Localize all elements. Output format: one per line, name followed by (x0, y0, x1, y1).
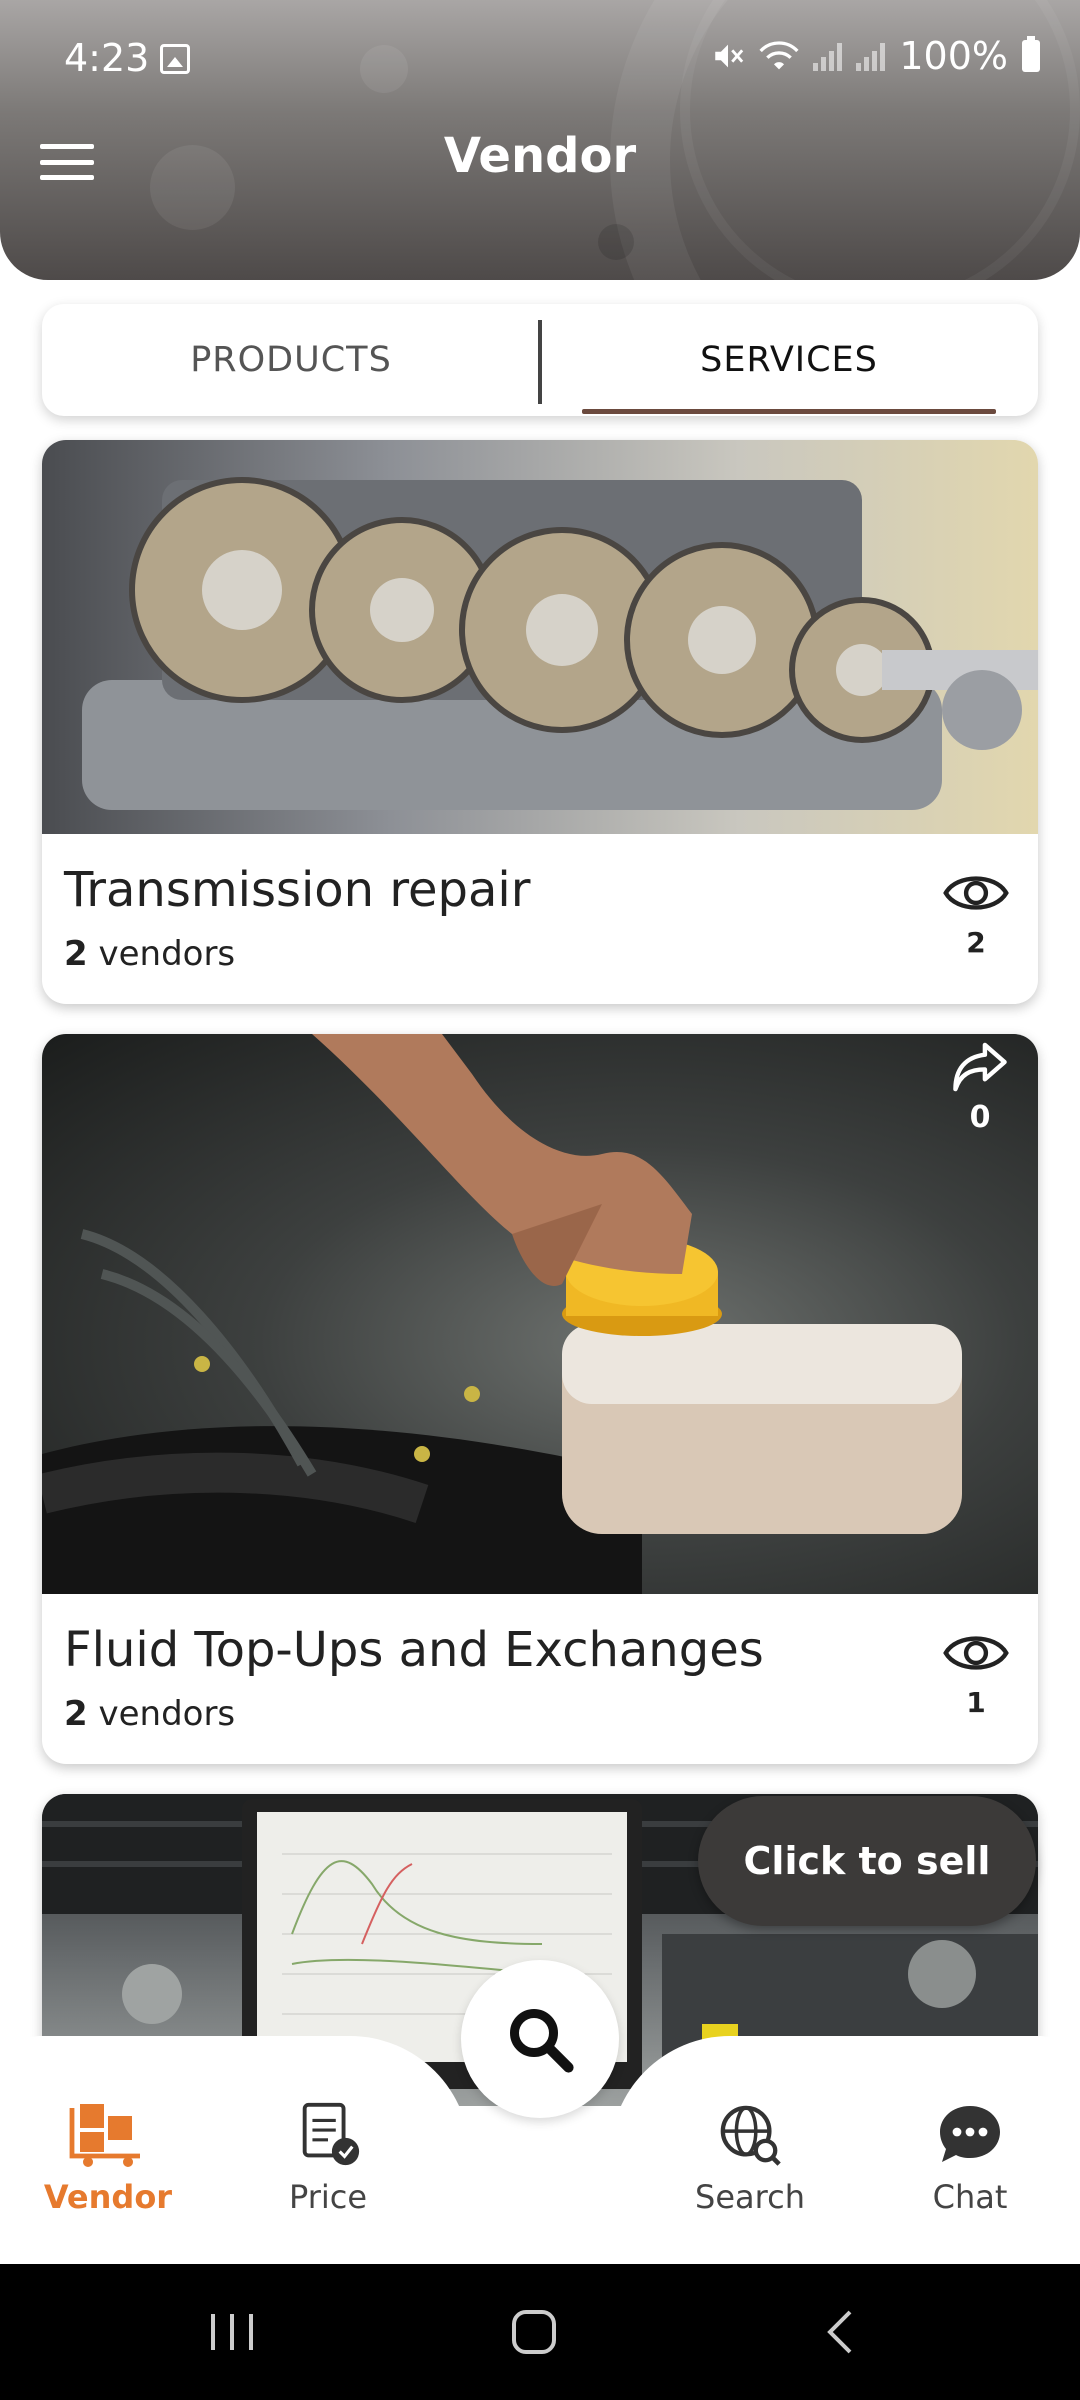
nav-bar-notch (430, 2106, 650, 2264)
chat-bubble-icon (940, 2106, 1000, 2162)
fluid-topup-image (42, 1034, 1038, 1594)
system-navigation-bar (0, 2264, 1080, 2400)
vendor-boxes-icon (69, 2104, 140, 2167)
vendor-count-number: 2 (64, 934, 88, 974)
nav-vendor[interactable]: Vendor (28, 2096, 188, 2216)
signal-icon (856, 41, 886, 71)
magnifier-icon (510, 2009, 574, 2073)
nav-price[interactable]: Price (248, 2096, 408, 2216)
vendor-count: 2 vendors (64, 1694, 235, 1734)
eye-icon (943, 1636, 1009, 1670)
view-counter: 2 (936, 870, 1016, 959)
click-to-sell-button[interactable]: Click to sell (698, 1796, 1036, 1926)
page-title: Vendor (443, 128, 637, 184)
nav-search[interactable]: Search (670, 2096, 830, 2216)
battery-icon (1022, 36, 1040, 72)
eye-icon (943, 876, 1009, 910)
mute-icon (715, 44, 744, 68)
search-fab-button[interactable] (461, 1960, 619, 2118)
signal-icon (813, 41, 843, 71)
category-tabs: PRODUCTS SERVICES (42, 304, 1038, 416)
tab-services[interactable]: SERVICES (540, 304, 1038, 416)
home-icon (512, 2310, 556, 2354)
status-time: 4:23 (64, 36, 150, 80)
home-button[interactable] (474, 2264, 594, 2400)
vendor-count: 2 vendors (64, 934, 235, 974)
nav-vendor-label: Vendor (43, 2178, 173, 2216)
back-icon (827, 2310, 852, 2354)
fluid-illustration (42, 1034, 962, 1594)
nav-search-label: Search (695, 2178, 805, 2216)
share-count: 0 (969, 1100, 991, 1135)
card-title: Fluid Top-Ups and Exchanges (64, 1622, 764, 1678)
vendor-count-label: vendors (98, 934, 236, 974)
view-count: 2 (966, 926, 986, 959)
price-document-icon (302, 2102, 360, 2166)
globe-search-icon (720, 2105, 781, 2166)
service-card-transmission[interactable]: Transmission repair 2 vendors 2 (42, 440, 1038, 1004)
view-counter: 1 (936, 1630, 1016, 1719)
share-icon (953, 1042, 1007, 1092)
vendor-count-number: 2 (64, 1694, 88, 1734)
nav-chat[interactable]: Chat (890, 2096, 1050, 2216)
card-title: Transmission repair (64, 862, 531, 918)
service-card-fluid[interactable]: 0 Fluid Top-Ups and Exchanges 2 vendors … (42, 1034, 1038, 1764)
back-button[interactable] (780, 2264, 900, 2400)
battery-percent: 100% (899, 34, 1008, 78)
nav-price-label: Price (288, 2178, 368, 2216)
tab-products[interactable]: PRODUCTS (42, 304, 540, 416)
recent-apps-button[interactable] (172, 2264, 292, 2400)
gallery-notification-icon (160, 44, 190, 74)
view-count: 1 (966, 1686, 986, 1719)
share-counter[interactable]: 0 (940, 1040, 1020, 1135)
transmission-image (42, 440, 1038, 834)
vendor-count-label: vendors (98, 1694, 236, 1734)
active-tab-indicator (582, 409, 996, 414)
recent-apps-icon (211, 2314, 253, 2350)
wifi-icon (759, 41, 799, 70)
app-header: 4:23 100% Vendor (0, 0, 1080, 280)
header-decoration (598, 224, 634, 260)
transmission-illustration (82, 477, 1038, 810)
nav-chat-label: Chat (932, 2178, 1008, 2216)
status-bar-right: 100% (711, 34, 1040, 78)
header-decoration (360, 45, 408, 93)
